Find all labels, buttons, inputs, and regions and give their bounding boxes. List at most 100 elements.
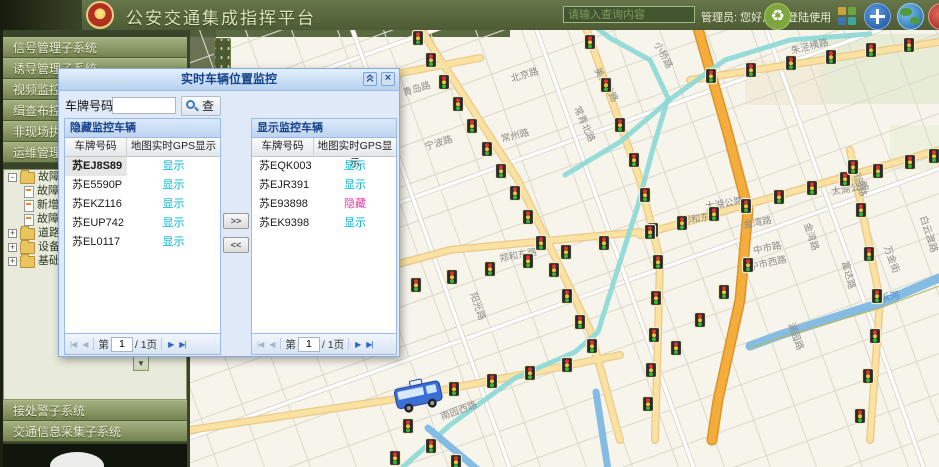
- sidebar-item[interactable]: 接处警子系统: [3, 400, 187, 421]
- traffic-light-icon[interactable]: [873, 164, 884, 179]
- traffic-light-icon[interactable]: [904, 38, 915, 53]
- refresh-icon[interactable]: ♻: [764, 3, 791, 30]
- traffic-light-icon[interactable]: [615, 118, 626, 133]
- move-left-button[interactable]: <<: [223, 237, 249, 253]
- traffic-light-icon[interactable]: [587, 339, 598, 354]
- header-search-input[interactable]: [563, 6, 695, 23]
- pager-last-button[interactable]: ▶|: [177, 340, 187, 349]
- table-row[interactable]: 苏E93898隐藏: [252, 195, 396, 214]
- traffic-light-icon[interactable]: [709, 207, 720, 222]
- table-row[interactable]: 苏EQK003显示: [252, 157, 396, 176]
- table-row[interactable]: 苏EK9398显示: [252, 214, 396, 233]
- gps-toggle-link[interactable]: 显示: [127, 157, 220, 176]
- traffic-light-icon[interactable]: [562, 289, 573, 304]
- traffic-light-icon[interactable]: [855, 409, 866, 424]
- traffic-light-icon[interactable]: [411, 278, 422, 293]
- traffic-light-icon[interactable]: [482, 142, 493, 157]
- traffic-light-icon[interactable]: [496, 164, 507, 179]
- tree-scroll-down-button[interactable]: ▼: [133, 356, 149, 371]
- traffic-light-icon[interactable]: [872, 289, 883, 304]
- traffic-light-icon[interactable]: [863, 369, 874, 384]
- pager-page-input[interactable]: [298, 337, 320, 352]
- traffic-light-icon[interactable]: [651, 291, 662, 306]
- traffic-light-icon[interactable]: [413, 31, 424, 46]
- gps-toggle-link[interactable]: 显示: [127, 214, 220, 233]
- traffic-light-icon[interactable]: [487, 374, 498, 389]
- traffic-light-icon[interactable]: [645, 225, 656, 240]
- expander-icon[interactable]: +: [8, 243, 17, 252]
- traffic-light-icon[interactable]: [439, 75, 450, 90]
- apps-grid-icon[interactable]: [838, 7, 856, 25]
- gps-toggle-link[interactable]: 显示: [127, 176, 220, 195]
- sidebar-item[interactable]: 信号管理子系统: [3, 37, 187, 58]
- globe-icon[interactable]: [897, 3, 924, 30]
- traffic-light-icon[interactable]: [403, 419, 414, 434]
- traffic-light-icon[interactable]: [695, 313, 706, 328]
- traffic-light-icon[interactable]: [640, 188, 651, 203]
- traffic-light-icon[interactable]: [585, 35, 596, 50]
- gps-toggle-link[interactable]: 显示: [314, 176, 396, 195]
- pager-last-button[interactable]: ▶|: [364, 340, 374, 349]
- traffic-light-icon[interactable]: [671, 341, 682, 356]
- expander-icon[interactable]: +: [8, 257, 17, 266]
- table-row[interactable]: 苏EUP742显示: [65, 214, 220, 233]
- traffic-light-icon[interactable]: [599, 236, 610, 251]
- traffic-light-icon[interactable]: [786, 56, 797, 71]
- traffic-light-icon[interactable]: [561, 245, 572, 260]
- pager-next-button[interactable]: ▶: [166, 340, 175, 349]
- pager-page-input[interactable]: [111, 337, 133, 352]
- traffic-light-icon[interactable]: [864, 247, 875, 262]
- traffic-light-icon[interactable]: [449, 382, 460, 397]
- traffic-light-icon[interactable]: [523, 254, 534, 269]
- search-button[interactable]: 查询: [181, 96, 221, 116]
- traffic-light-icon[interactable]: [601, 78, 612, 93]
- traffic-light-icon[interactable]: [746, 63, 757, 78]
- traffic-light-icon[interactable]: [510, 186, 521, 201]
- sidebar-item[interactable]: 交通信息采集子系统: [3, 421, 187, 442]
- table-row[interactable]: 苏E5590P显示: [65, 176, 220, 195]
- traffic-light-icon[interactable]: [485, 262, 496, 277]
- traffic-light-icon[interactable]: [649, 328, 660, 343]
- traffic-light-icon[interactable]: [653, 255, 664, 270]
- traffic-light-icon[interactable]: [774, 190, 785, 205]
- traffic-light-icon[interactable]: [523, 210, 534, 225]
- traffic-light-icon[interactable]: [629, 153, 640, 168]
- pager-first-button[interactable]: |◀: [68, 340, 78, 349]
- traffic-light-icon[interactable]: [451, 455, 462, 467]
- add-icon[interactable]: [864, 3, 891, 30]
- traffic-light-icon[interactable]: [549, 263, 560, 278]
- traffic-light-icon[interactable]: [905, 155, 916, 170]
- pager-next-button[interactable]: ▶: [353, 340, 362, 349]
- traffic-light-icon[interactable]: [870, 329, 881, 344]
- traffic-light-icon[interactable]: [848, 160, 859, 175]
- collapse-icon[interactable]: [363, 72, 377, 86]
- expander-icon[interactable]: +: [8, 229, 17, 238]
- traffic-light-icon[interactable]: [719, 285, 730, 300]
- gps-toggle-link[interactable]: 显示: [314, 214, 396, 233]
- traffic-light-icon[interactable]: [866, 43, 877, 58]
- pager-prev-button[interactable]: ◀: [80, 340, 89, 349]
- traffic-light-icon[interactable]: [447, 270, 458, 285]
- traffic-light-icon[interactable]: [646, 363, 657, 378]
- traffic-light-icon[interactable]: [536, 236, 547, 251]
- traffic-light-icon[interactable]: [467, 119, 478, 134]
- gps-toggle-link[interactable]: 显示: [127, 233, 220, 252]
- traffic-light-icon[interactable]: [453, 97, 464, 112]
- table-row[interactable]: 苏EKZ116显示: [65, 195, 220, 214]
- plate-number-input[interactable]: [112, 97, 176, 114]
- traffic-light-icon[interactable]: [856, 203, 867, 218]
- traffic-light-icon[interactable]: [426, 53, 437, 68]
- gps-toggle-link[interactable]: 隐藏: [314, 195, 396, 214]
- gps-toggle-link[interactable]: 显示: [314, 157, 396, 176]
- traffic-light-icon[interactable]: [929, 149, 939, 164]
- close-icon[interactable]: ×: [381, 72, 395, 86]
- traffic-light-icon[interactable]: [743, 258, 754, 273]
- compass-icon[interactable]: [928, 3, 939, 30]
- traffic-light-icon[interactable]: [807, 181, 818, 196]
- traffic-light-icon[interactable]: [741, 199, 752, 214]
- pager-first-button[interactable]: |◀: [255, 340, 265, 349]
- table-row[interactable]: 苏EL0117显示: [65, 233, 220, 252]
- traffic-light-icon[interactable]: [677, 216, 688, 231]
- traffic-light-icon[interactable]: [706, 69, 717, 84]
- traffic-light-icon[interactable]: [390, 451, 401, 466]
